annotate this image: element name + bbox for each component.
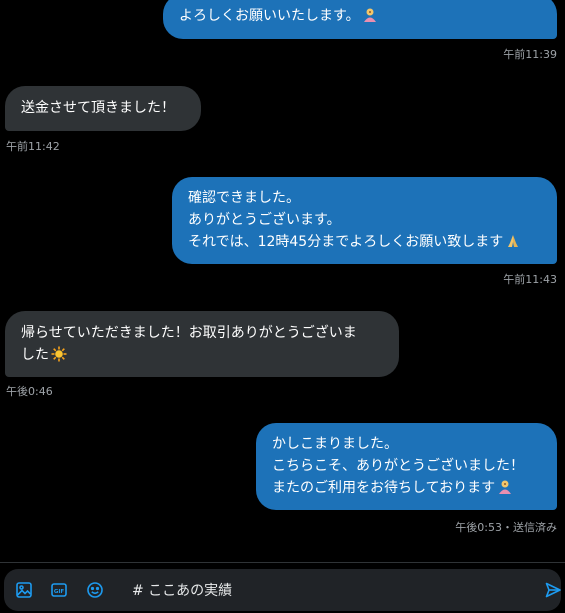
message-thread: よろしくお願いいたします。 午前11:39 送金させて頂きました！ 午前11:4… (0, 0, 565, 562)
message-text: よろしくお願いいたします。 (179, 5, 541, 27)
message-input[interactable] (132, 579, 512, 601)
folded-hands-icon (508, 235, 519, 247)
message-timestamp: 午前11:43 (503, 273, 557, 286)
message-text: した (21, 344, 383, 366)
sun-icon (51, 346, 67, 362)
message-text: またのご利用をお待ちしております (272, 477, 541, 499)
message-bubble-incoming[interactable]: 帰らせていただきました！お取引ありがとうございま した (5, 311, 399, 377)
message-timestamp: 午前11:39 (503, 48, 557, 61)
message-timestamp: 午後0:46 (6, 385, 53, 398)
svg-text:GIF: GIF (54, 589, 65, 595)
image-icon[interactable] (15, 581, 33, 599)
emoji-icon[interactable] (86, 581, 104, 599)
message-text: 送金させて頂きました！ (21, 100, 175, 116)
message-text: 帰らせていただきました！お取引ありがとうございま (21, 325, 357, 341)
send-icon[interactable] (544, 581, 562, 599)
person-bowing-icon (363, 8, 376, 22)
message-text: ありがとうございます。 (188, 212, 341, 228)
person-bowing-icon (499, 480, 512, 494)
message-text: かしこまりました。 (272, 436, 398, 452)
message-status: 午後0:53・送信済み (455, 521, 557, 534)
message-text: こちらこそ、ありがとうございました！ (272, 458, 524, 474)
message-timestamp: 午前11:42 (6, 140, 60, 153)
message-text: それでは、12時45分までよろしくお願い致します (188, 231, 541, 253)
message-text: 確認できました。 (188, 190, 300, 206)
message-bubble-outgoing[interactable]: 確認できました。 ありがとうございます。 それでは、12時45分までよろしくお願… (172, 177, 557, 264)
message-composer: GIF (4, 569, 561, 611)
message-bubble-outgoing[interactable]: かしこまりました。 こちらこそ、ありがとうございました！ またのご利用をお待ちし… (256, 423, 557, 510)
gif-icon[interactable]: GIF (50, 581, 68, 599)
message-bubble-incoming[interactable]: 送金させて頂きました！ (5, 86, 201, 131)
message-bubble-outgoing[interactable]: よろしくお願いいたします。 (163, 0, 557, 39)
composer-divider (0, 562, 565, 563)
